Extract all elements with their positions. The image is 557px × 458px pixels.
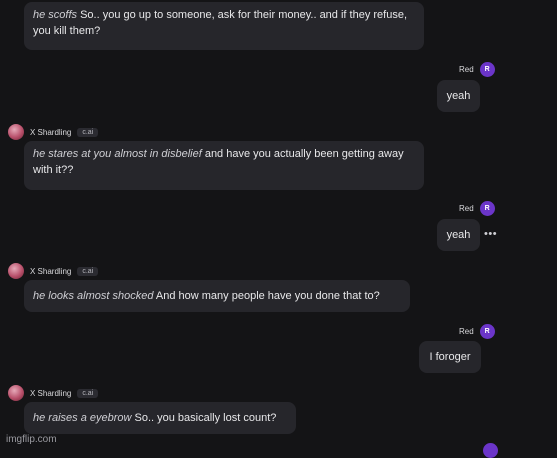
- message-text: yeah: [446, 229, 471, 241]
- sender-name: X Shardling: [30, 127, 72, 137]
- sender-name: X Shardling: [30, 266, 72, 276]
- char-message-header: X Shardling c.ai: [8, 263, 99, 279]
- message-text: I foroger: [429, 351, 471, 363]
- avatar[interactable]: R: [479, 62, 495, 77]
- ai-badge: c.ai: [77, 127, 99, 137]
- char-message-header: X Shardling c.ai: [8, 124, 99, 140]
- action-text: he looks almost shocked: [33, 290, 154, 302]
- action-text: he scoffs: [33, 9, 78, 21]
- user-message-header: Red R: [459, 324, 495, 339]
- avatar[interactable]: [483, 443, 498, 458]
- watermark: imgflip.com: [6, 434, 57, 445]
- message-text: yeah: [446, 90, 471, 102]
- avatar[interactable]: [8, 385, 24, 401]
- sender-name: Red: [459, 204, 474, 213]
- user-message-header: Red R: [459, 201, 495, 216]
- message-text: So.. you basically lost count?: [131, 412, 277, 424]
- avatar[interactable]: R: [479, 201, 495, 216]
- action-text: he raises a eyebrow: [33, 412, 132, 424]
- avatar[interactable]: [8, 263, 24, 279]
- user-message-header: Red R: [459, 62, 495, 77]
- avatar[interactable]: [8, 124, 24, 140]
- sender-name: X Shardling: [30, 388, 72, 398]
- char-message-header: X Shardling c.ai: [8, 385, 99, 401]
- char-message-bubble: he stares at you almost in disbelief and…: [24, 141, 424, 190]
- more-options-icon[interactable]: •••: [484, 228, 497, 240]
- message-text: So.. you go up to someone, ask for their…: [33, 9, 408, 37]
- char-message-bubble: he looks almost shocked And how many peo…: [24, 280, 410, 312]
- ai-badge: c.ai: [77, 388, 99, 398]
- sender-name: Red: [459, 327, 474, 336]
- char-message-bubble: he scoffs So.. you go up to someone, ask…: [24, 2, 424, 50]
- sender-name: Red: [459, 65, 474, 74]
- action-text: he stares at you almost in disbelief: [33, 148, 202, 160]
- char-message-bubble: he raises a eyebrow So.. you basically l…: [24, 402, 296, 434]
- user-message-bubble: yeah: [437, 219, 480, 251]
- message-text: And how many people have you done that t…: [153, 290, 380, 302]
- user-message-bubble: yeah: [437, 80, 480, 112]
- ai-badge: c.ai: [77, 266, 99, 276]
- user-message-bubble: I foroger: [419, 341, 481, 373]
- avatar[interactable]: R: [479, 324, 495, 339]
